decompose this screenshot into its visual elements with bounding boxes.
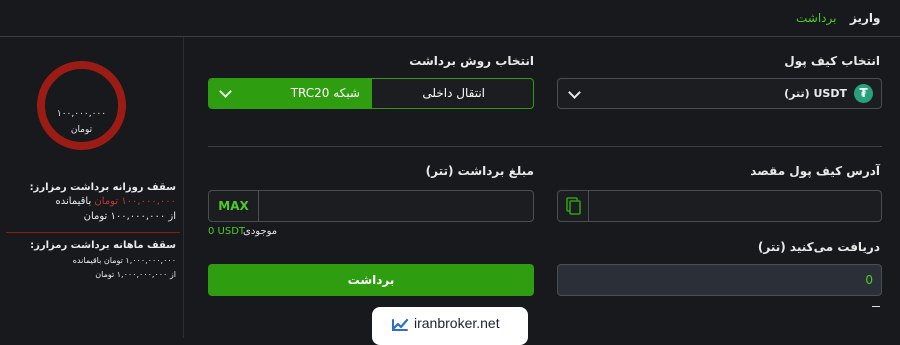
tab-withdraw[interactable]: برداشت [796, 11, 836, 25]
receive-label: دریافت می‌کنید (تتر) [757, 240, 880, 254]
monthly-limit-total: از ۱,۰۰۰,۰۰۰,۰۰۰ تومان [95, 270, 176, 279]
gauge-unit: تومان [70, 125, 93, 135]
iranbroker-logo-icon [391, 318, 409, 331]
chevron-down-icon[interactable] [568, 86, 581, 99]
limits-divider [6, 232, 180, 233]
wallet-select[interactable]: ₮ USDT (تتر) [557, 78, 882, 109]
method-internal-option[interactable]: انتقال داخلی [422, 86, 485, 100]
tabs-divider [0, 36, 900, 37]
monthly-limit-remaining: ۱,۰۰۰,۰۰۰,۰۰۰ تومان باقیمانده [72, 256, 176, 265]
tether-icon: ₮ [854, 84, 873, 103]
form-divider [208, 146, 882, 147]
daily-limit-total: از ۱۰۰,۰۰۰,۰۰۰ تومان [83, 211, 176, 222]
method-select[interactable]: شبکه TRC20 انتقال داخلی [208, 78, 534, 109]
wallet-label: انتخاب کیف پول [784, 54, 880, 68]
max-button[interactable]: MAX [209, 191, 259, 221]
limit-gauge [36, 60, 127, 151]
watermark-text: iranbroker.net [414, 315, 500, 331]
amount-label: مبلغ برداشت (تتر) [425, 164, 534, 178]
balance-label: موجودی [243, 226, 278, 237]
withdraw-submit-button[interactable]: برداشت [208, 264, 534, 296]
network-option-label: شبکه TRC20 [290, 86, 360, 100]
method-network-option[interactable]: شبکه TRC20 [209, 79, 372, 108]
dash-mark [872, 306, 880, 307]
address-label: آدرس کیف پول مقصد [750, 164, 880, 178]
side-panel-divider [183, 37, 184, 338]
daily-limit-title: سقف روزانه برداشت رمزارز: [29, 182, 176, 193]
gauge-amount: ۱۰۰,۰۰۰,۰۰۰ [56, 109, 107, 119]
method-label: انتخاب روش برداشت [409, 54, 534, 68]
chevron-down-icon[interactable] [219, 85, 232, 98]
iranbroker-watermark: iranbroker.net [372, 307, 528, 345]
amount-field[interactable]: MAX [208, 190, 534, 222]
monthly-limit-title: سقف ماهانه برداشت رمزارز: [30, 240, 176, 251]
receive-field: 0 [557, 264, 882, 296]
balance-value: 0 USDT [208, 226, 246, 237]
receive-value: 0 [865, 273, 873, 287]
daily-remaining-value: ۱۰۰,۰۰۰,۰۰۰ تومان [94, 196, 176, 207]
daily-limit-remaining: ۱۰۰,۰۰۰,۰۰۰ تومان باقیمانده [56, 196, 177, 207]
address-field[interactable] [557, 190, 882, 222]
daily-remaining-label: باقیمانده [55, 196, 92, 207]
wallet-selected-value: USDT (تتر) [784, 87, 847, 100]
paste-icon[interactable] [558, 191, 589, 221]
tab-deposit[interactable]: واریز [850, 11, 880, 25]
